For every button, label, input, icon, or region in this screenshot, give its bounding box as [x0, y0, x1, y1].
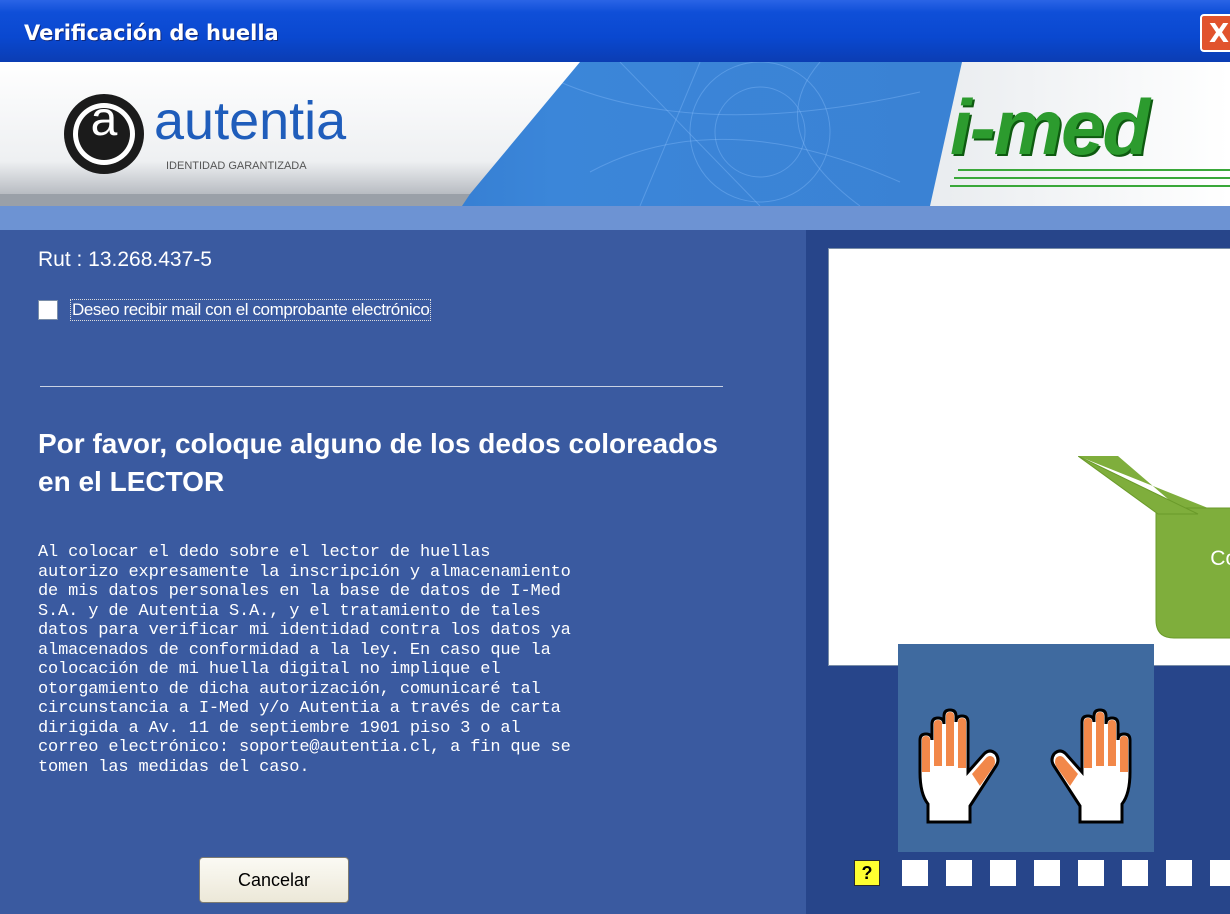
- separator-line: [40, 386, 723, 387]
- window-title-bar[interactable]: Verificación de huella X: [0, 0, 1230, 62]
- brand-tagline: IDENTIDAD GARANTIZADA: [166, 160, 307, 172]
- rut-label: Rut : 13.268.437-5: [38, 248, 212, 271]
- banner-divider: [0, 206, 1230, 230]
- attempt-slot: [902, 860, 928, 886]
- hands-icon: [918, 708, 1132, 824]
- callout-text: Coloc en: [1144, 546, 1230, 598]
- brand-letter: a: [90, 93, 118, 146]
- attempt-current-marker: ?: [854, 860, 880, 886]
- attempt-slot: [1034, 860, 1060, 886]
- fingerprint-reader-panel: Coloc en ?: [806, 230, 1230, 914]
- left-hand-icon: [918, 708, 1000, 824]
- close-button[interactable]: X: [1200, 14, 1230, 52]
- attempt-slot: [1122, 860, 1148, 886]
- callout-line-1: Coloc: [1210, 547, 1230, 570]
- window-title: Verificación de huella: [24, 21, 279, 45]
- partner-logo: i-med: [950, 83, 1150, 171]
- email-receipt-checkbox[interactable]: [38, 300, 58, 320]
- instruction-heading: Por favor, coloque alguno de los dedos c…: [38, 428, 718, 497]
- attempt-slot: [990, 860, 1016, 886]
- verification-form-panel: Rut : 13.268.437-5 Deseo recibir mail co…: [0, 230, 806, 914]
- email-receipt-label[interactable]: Deseo recibir mail con el comprobante el…: [70, 299, 432, 321]
- attempt-slot: [1078, 860, 1104, 886]
- right-hand-icon: [1050, 708, 1132, 824]
- header-banner: a autentia IDENTIDAD GARANTIZADA i-med: [0, 62, 1230, 206]
- brand-wordmark: autentia: [154, 91, 347, 151]
- cancel-button[interactable]: Cancelar: [199, 857, 349, 903]
- attempt-slot: [1210, 860, 1230, 886]
- callout-line-2: en: [1144, 572, 1230, 598]
- legal-consent-text: Al colocar el dedo sobre el lector de hu…: [38, 543, 571, 777]
- finger-selector: [898, 644, 1154, 852]
- attempt-slot: [946, 860, 972, 886]
- attempt-slot: [1166, 860, 1192, 886]
